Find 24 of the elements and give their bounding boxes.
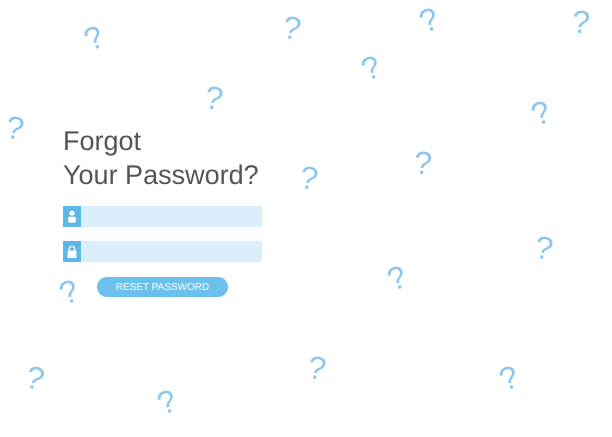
question-mark: ?	[527, 94, 555, 132]
question-mark: ?	[532, 230, 556, 266]
question-mark: ?	[495, 360, 523, 396]
question-mark: ?	[570, 5, 592, 39]
question-mark: ?	[305, 350, 328, 386]
lock-icon	[67, 245, 77, 258]
question-mark: ?	[22, 360, 48, 396]
password-field[interactable]	[63, 241, 262, 262]
question-mark: ?	[383, 260, 411, 296]
question-mark: ?	[3, 110, 26, 146]
page-title: Your Password?	[63, 159, 260, 192]
page-title: Forgot	[63, 125, 142, 158]
question-mark: ?	[55, 274, 83, 310]
username-field[interactable]	[63, 206, 262, 227]
user-icon	[67, 210, 77, 223]
question-mark: ?	[415, 2, 443, 38]
question-mark: ?	[297, 160, 320, 196]
reset-password-button[interactable]: RESET PASSWORD	[97, 277, 228, 297]
question-mark: ?	[357, 50, 385, 86]
question-mark: ?	[79, 20, 109, 56]
question-mark: ?	[412, 146, 434, 180]
question-mark: ?	[202, 80, 226, 116]
question-mark: ?	[280, 10, 304, 46]
question-mark: ?	[153, 384, 181, 420]
